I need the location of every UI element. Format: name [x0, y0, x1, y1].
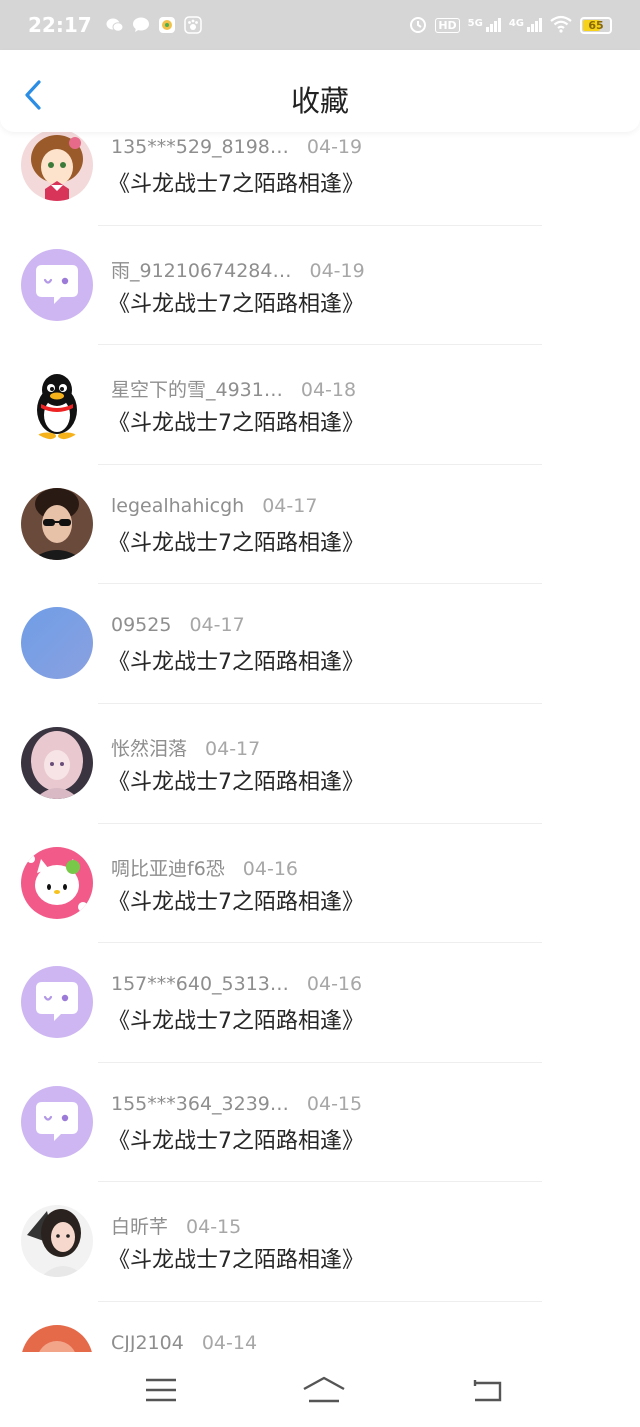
avatar[interactable]: [21, 966, 93, 1039]
list-item[interactable]: 啁比亚迪f6恐 04-16 《斗龙战士7之陌路相逢》: [0, 824, 640, 944]
item-title[interactable]: 《斗龙战士7之陌路相逢》: [108, 405, 364, 437]
list-item[interactable]: 白昕芊 04-15 《斗龙战士7之陌路相逢》: [0, 1182, 640, 1302]
page-title: 收藏: [290, 84, 349, 118]
list-item[interactable]: 135***529_8198… 04-19 《斗龙战士7之陌路相逢》: [0, 132, 640, 226]
item-meta: 啁比亚迪f6恐 04-16: [111, 854, 298, 881]
menu-icon: [146, 1378, 176, 1401]
menu-button[interactable]: [144, 1375, 178, 1405]
item-title[interactable]: 《斗龙战士7之陌路相逢》: [108, 884, 364, 916]
item-title[interactable]: 《斗龙战士7之陌路相逢》: [108, 525, 364, 557]
item-meta: 09525 04-17: [111, 614, 245, 636]
list-item[interactable]: legealhahicgh 04-17 《斗龙战士7之陌路相逢》: [0, 465, 640, 585]
item-meta: CJJ2104 04-14: [111, 1332, 257, 1352]
item-title[interactable]: 《斗龙战士7之陌路相逢》: [108, 1242, 364, 1274]
status-time: 22:17: [28, 13, 92, 37]
header: 收藏: [0, 50, 640, 132]
back-icon: [473, 1379, 502, 1401]
list-item[interactable]: 怅然泪落 04-17 《斗龙战士7之陌路相逢》: [0, 704, 640, 824]
user-name[interactable]: 星空下的雪_4931…: [111, 375, 283, 402]
user-name[interactable]: 白昕芊: [111, 1212, 168, 1239]
favorites-list-inner: 135***529_8198… 04-19 《斗龙战士7之陌路相逢》 雨_912106…: [0, 132, 640, 1352]
app-icon: [158, 16, 176, 34]
battery-icon: 65: [580, 16, 612, 34]
list-item[interactable]: CJJ210404-14《斗龙战士7之陌路相逢》: [0, 1302, 640, 1352]
item-date: 04-18: [300, 379, 357, 402]
avatar[interactable]: [21, 1205, 93, 1278]
item-date: 04-16: [306, 973, 363, 996]
network-5g-label: 5G: [467, 18, 483, 29]
user-name[interactable]: 155***364_3239…: [111, 1093, 289, 1115]
back-nav-button[interactable]: [470, 1375, 504, 1405]
user-name[interactable]: CJJ2104: [111, 1332, 184, 1352]
item-date: 04-15: [186, 1216, 242, 1239]
item-date: 04-19: [306, 136, 363, 158]
item-title[interactable]: 《斗龙战士7之陌路相逢》: [108, 166, 364, 198]
item-date: 04-14: [201, 1331, 258, 1352]
item-meta: 白昕芊 04-15: [111, 1212, 241, 1239]
navigation-bar: [0, 1352, 640, 1427]
item-date: 04-19: [309, 259, 365, 282]
avatar[interactable]: [21, 726, 93, 799]
user-name[interactable]: 09525: [111, 614, 171, 636]
avatar[interactable]: [21, 1324, 93, 1352]
signal-4g-icon: 4G: [509, 18, 542, 32]
item-meta: 雨_91210674284… 04-19: [111, 256, 365, 283]
user-name[interactable]: 雨_91210674284…: [111, 256, 291, 283]
user-name[interactable]: 135***529_8198…: [111, 136, 289, 158]
avatar[interactable]: [21, 846, 93, 919]
item-title[interactable]: 《斗龙战士7之陌路相逢》: [108, 644, 364, 676]
item-meta: 157***640_5313… 04-16: [111, 973, 362, 995]
user-name[interactable]: 157***640_5313…: [111, 973, 289, 995]
avatar[interactable]: [21, 1085, 93, 1158]
item-date: 04-16: [242, 857, 298, 880]
signal-5g-icon: 5G: [468, 18, 501, 32]
notification-icons: [106, 16, 202, 34]
item-meta: 怅然泪落 04-17: [111, 734, 260, 761]
avatar[interactable]: [21, 368, 93, 441]
battery-level: 65: [588, 18, 604, 32]
list-item[interactable]: 155***364_3239… 04-15 《斗龙战士7之陌路相逢》: [0, 1063, 640, 1183]
user-name[interactable]: 啁比亚迪f6恐: [111, 854, 225, 881]
list-item[interactable]: 雨_91210674284… 04-19 《斗龙战士7之陌路相逢》: [0, 226, 640, 346]
status-bar: 22:17 HD 5G 4G 65: [0, 0, 640, 50]
avatar[interactable]: [21, 248, 93, 321]
alarm-icon: [409, 15, 427, 36]
item-title[interactable]: 《斗龙战士7之陌路相逢》: [108, 764, 364, 796]
hd-icon: HD: [435, 17, 460, 33]
user-name[interactable]: 怅然泪落: [111, 734, 187, 761]
item-date: 04-17: [189, 614, 245, 637]
avatar[interactable]: [21, 132, 93, 201]
item-date: 04-17: [205, 737, 261, 760]
item-meta: 135***529_8198… 04-19: [111, 136, 362, 158]
item-date: 04-17: [262, 494, 318, 517]
user-name[interactable]: legealhahicgh: [111, 495, 244, 517]
item-meta: legealhahicgh 04-17: [111, 495, 317, 517]
status-right: HD 5G 4G 65: [409, 15, 612, 36]
avatar[interactable]: [21, 607, 93, 680]
wifi-icon: [550, 15, 572, 36]
message-icon: [132, 16, 150, 34]
item-meta: 155***364_3239… 04-15: [111, 1093, 362, 1115]
favorites-list[interactable]: 135***529_8198… 04-19 《斗龙战士7之陌路相逢》 雨_912106…: [0, 132, 640, 1352]
item-title[interactable]: 《斗龙战士7之陌路相逢》: [108, 1123, 364, 1155]
list-item[interactable]: 星空下的雪_4931… 04-18 《斗龙战士7之陌路相逢》: [0, 345, 640, 465]
home-icon: [303, 1376, 345, 1402]
item-title[interactable]: 《斗龙战士7之陌路相逢》: [108, 286, 364, 318]
item-date: 04-15: [306, 1092, 363, 1115]
list-item[interactable]: 09525 04-17 《斗龙战士7之陌路相逢》: [0, 584, 640, 704]
network-4g-label: 4G: [508, 18, 524, 29]
list-item[interactable]: 157***640_5313… 04-16 《斗龙战士7之陌路相逢》: [0, 943, 640, 1063]
avatar[interactable]: [21, 487, 93, 560]
item-title[interactable]: 《斗龙战士7之陌路相逢》: [108, 1003, 364, 1035]
home-button[interactable]: [302, 1375, 346, 1405]
paw-icon: [183, 16, 202, 34]
item-meta: 星空下的雪_4931… 04-18: [111, 375, 356, 402]
wechat-icon: [106, 16, 124, 34]
